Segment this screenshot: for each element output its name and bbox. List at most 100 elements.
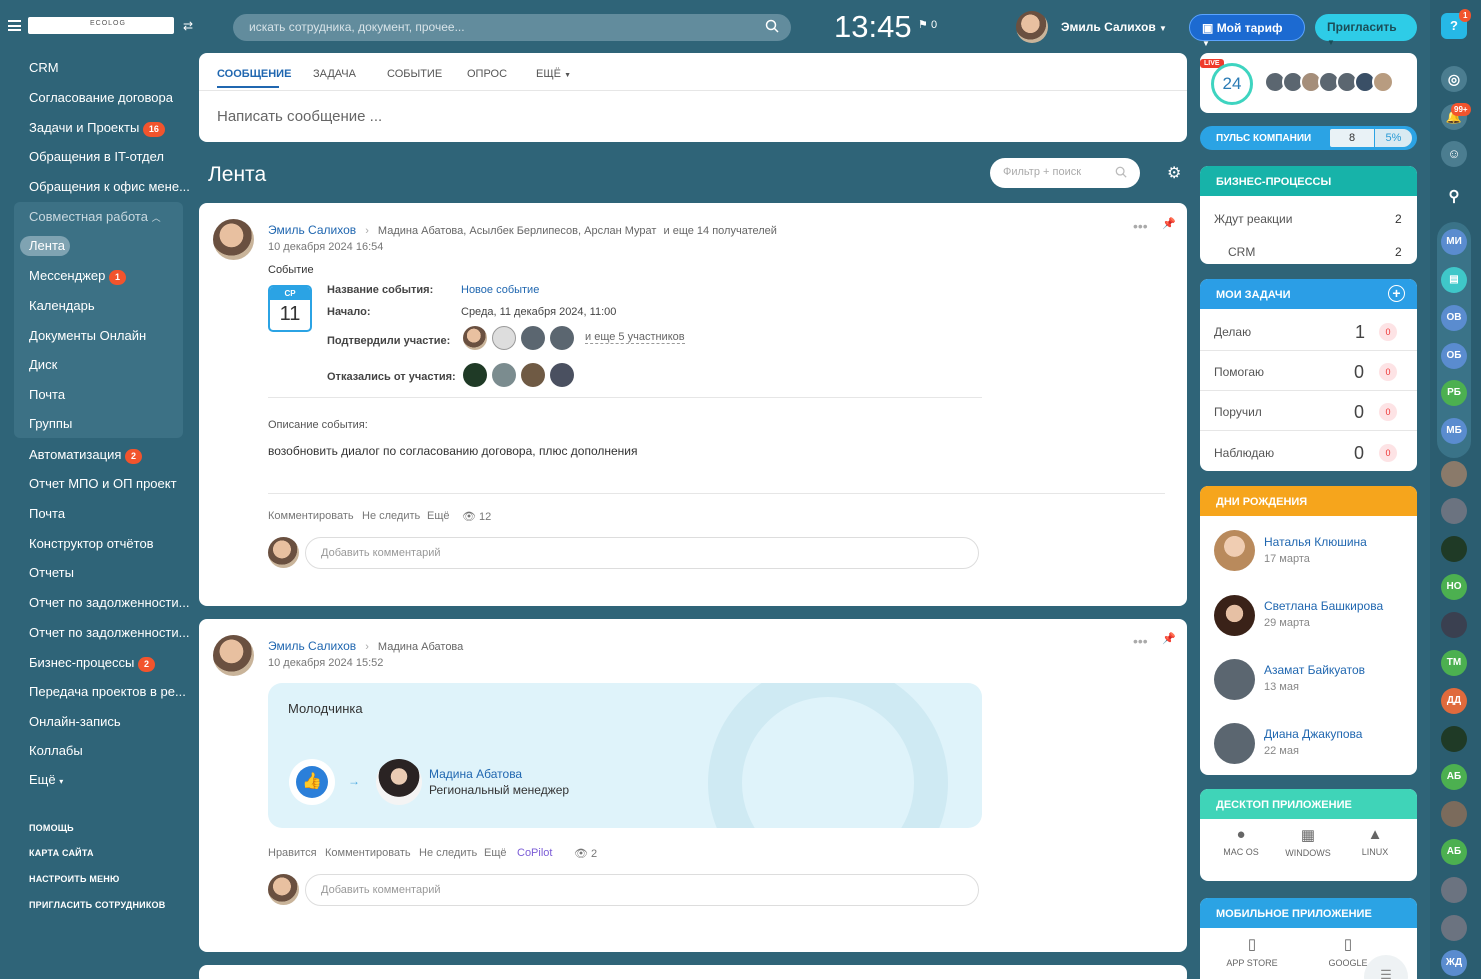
more-action[interactable]: Ещё xyxy=(427,510,450,522)
post-recipients-more[interactable]: и еще 14 получателей xyxy=(664,225,777,237)
tab-poll[interactable]: ОПРОС xyxy=(467,68,507,80)
birthday-name[interactable]: Наталья Клюшина xyxy=(1264,535,1367,549)
sidebar-item-booking[interactable]: Онлайн-запись xyxy=(29,714,121,729)
birthdays-title[interactable]: ДНИ РОЖДЕНИЯ xyxy=(1200,486,1417,516)
participant-avatar[interactable] xyxy=(521,326,545,350)
contact-avatar[interactable]: МИ xyxy=(1441,229,1467,255)
add-task-icon[interactable]: + xyxy=(1388,285,1405,302)
company-logo[interactable]: ECOLOG xyxy=(28,17,174,34)
participant-avatar[interactable] xyxy=(550,363,574,387)
user-menu[interactable]: Эмиль Салихов ▼ xyxy=(1061,20,1167,34)
sidebar-item-debt-report-1[interactable]: Отчет по задолженности... xyxy=(29,595,189,610)
unfollow-action[interactable]: Не следить xyxy=(419,847,477,859)
more-action[interactable]: Ещё xyxy=(484,847,507,859)
person-name[interactable]: Мадина Абатова xyxy=(429,767,522,781)
post-author[interactable]: Эмиль Салихов xyxy=(268,223,356,237)
search-icon[interactable]: ⚲ xyxy=(1441,184,1467,210)
configure-menu-link[interactable]: НАСТРОИТЬ МЕНЮ xyxy=(29,874,119,884)
flag-counter[interactable]: ⚑ 0 xyxy=(918,18,937,31)
birthday-avatar[interactable] xyxy=(1214,723,1255,764)
tasks-title[interactable]: МОИ ЗАДАЧИ + xyxy=(1200,279,1417,309)
sidebar-item-messenger[interactable]: Мессенджер 1 xyxy=(29,268,126,285)
contact-avatar[interactable]: ОВ xyxy=(1441,305,1467,331)
menu-icon[interactable] xyxy=(8,20,21,31)
contact-avatar[interactable] xyxy=(1441,461,1467,487)
contact-avatar[interactable]: МБ xyxy=(1441,418,1467,444)
bp-row-label[interactable]: Ждут реакции xyxy=(1214,212,1292,226)
contact-avatar[interactable] xyxy=(1441,915,1467,941)
birthday-name[interactable]: Азамат Байкуатов xyxy=(1264,663,1365,677)
invite-employees-link[interactable]: ПРИГЛАСИТЬ СОТРУДНИКОВ xyxy=(29,900,165,910)
windows-icon[interactable]: ▦ WINDOWS xyxy=(1283,826,1333,858)
search-input[interactable]: искать сотрудника, документ, прочее... xyxy=(233,14,791,41)
help-link[interactable]: ПОМОЩЬ xyxy=(29,823,74,833)
clock[interactable]: 13:45 xyxy=(834,9,912,45)
tasks-row-label[interactable]: Помогаю xyxy=(1214,365,1264,379)
sitemap-link[interactable]: КАРТА САЙТА xyxy=(29,848,94,858)
birthday-name[interactable]: Светлана Башкирова xyxy=(1264,599,1383,613)
contact-avatar[interactable] xyxy=(1441,801,1467,827)
comment-action[interactable]: Комментировать xyxy=(325,847,411,859)
post-date[interactable]: 10 декабря 2024 16:54 xyxy=(268,241,383,253)
contact-avatar[interactable]: ЖД xyxy=(1441,950,1467,976)
sidebar-item-collabs[interactable]: Коллабы xyxy=(29,743,83,758)
contact-avatar[interactable]: РБ xyxy=(1441,380,1467,406)
sidebar-item-report-mpo[interactable]: Отчет МПО и ОП проект xyxy=(29,476,177,491)
sidebar-item-calendar[interactable]: Календарь xyxy=(29,298,95,313)
sidebar-item-contract[interactable]: Согласование договора xyxy=(29,90,173,105)
sidebar-item-crm[interactable]: CRM xyxy=(29,60,59,75)
post-date[interactable]: 10 декабря 2024 15:52 xyxy=(268,657,383,669)
swap-icon[interactable]: ⇄ xyxy=(183,19,193,33)
chat-icon[interactable]: ☺ xyxy=(1441,141,1467,167)
contact-avatar[interactable]: ТМ xyxy=(1441,650,1467,676)
sidebar-item-it[interactable]: Обращения в IT-отдел xyxy=(29,149,164,164)
tasks-row-label[interactable]: Наблюдаю xyxy=(1214,446,1274,460)
sidebar-item-tasks[interactable]: Задачи и Проекты 16 xyxy=(29,120,165,137)
participant-avatar[interactable] xyxy=(550,326,574,350)
person-avatar[interactable] xyxy=(376,759,422,805)
sidebar-item-disk[interactable]: Диск xyxy=(29,357,57,372)
sidebar-item-debt-report-2[interactable]: Отчет по задолженности... xyxy=(29,625,189,640)
post-recipients[interactable]: Мадина Абатова, Асылбек Берлипесов, Арсл… xyxy=(378,225,657,237)
comment-action[interactable]: Комментировать xyxy=(268,510,354,522)
contact-avatar[interactable] xyxy=(1441,726,1467,752)
contact-avatar[interactable]: ДД xyxy=(1441,688,1467,714)
pin-icon[interactable]: 📌 xyxy=(1162,632,1176,645)
bp-title[interactable]: БИЗНЕС-ПРОЦЕССЫ xyxy=(1200,166,1417,196)
sidebar-group-title[interactable]: Совместная работа ︿ xyxy=(29,209,161,224)
copilot-icon[interactable]: ◎ xyxy=(1441,66,1467,92)
filter-search-input[interactable]: Фильтр + поиск xyxy=(990,158,1140,188)
app-store-icon[interactable]: ▯ APP STORE xyxy=(1226,935,1278,968)
tab-more[interactable]: ЕЩЁ ▼ xyxy=(536,68,571,80)
comment-input[interactable]: Добавить комментарий xyxy=(305,537,979,569)
participant-avatar[interactable] xyxy=(492,326,516,350)
birthday-avatar[interactable] xyxy=(1214,595,1255,636)
confirmed-more-link[interactable]: и еще 5 участников xyxy=(585,331,685,344)
composer-input[interactable]: Написать сообщение ... xyxy=(217,108,382,125)
sidebar-item-more[interactable]: Ещё ▾ xyxy=(29,772,63,787)
apple-icon[interactable]: ● MAC OS xyxy=(1222,826,1260,857)
sidebar-item-groups[interactable]: Группы xyxy=(29,416,72,431)
sidebar-item-reports[interactable]: Отчеты xyxy=(29,565,74,580)
chat-bubble-icon[interactable]: ▤ xyxy=(1441,267,1467,293)
contact-avatar[interactable] xyxy=(1441,877,1467,903)
tasks-row-label[interactable]: Делаю xyxy=(1214,325,1251,339)
participant-avatar[interactable] xyxy=(492,363,516,387)
copilot-action[interactable]: CoPilot xyxy=(517,847,552,859)
post-recipient[interactable]: Мадина Абатова xyxy=(378,641,463,653)
sidebar-item-office[interactable]: Обращения к офис мене... xyxy=(29,179,190,194)
pin-icon[interactable]: 📌 xyxy=(1162,217,1176,230)
sidebar-item-mail-2[interactable]: Почта xyxy=(29,506,65,521)
linux-icon[interactable]: ▲ LINUX xyxy=(1356,826,1394,857)
gear-icon[interactable]: ⚙ xyxy=(1167,163,1181,183)
user-avatar[interactable] xyxy=(1016,11,1048,43)
google-play-icon[interactable]: ▯ GOOGLE xyxy=(1322,935,1374,968)
sidebar-item-automation[interactable]: Автоматизация 2 xyxy=(29,447,143,464)
bp-row-label[interactable]: CRM xyxy=(1228,245,1255,259)
contact-avatar[interactable] xyxy=(1441,536,1467,562)
more-icon[interactable]: ••• xyxy=(1133,633,1148,649)
participant-avatar[interactable] xyxy=(521,363,545,387)
sidebar-item-handover[interactable]: Передача проектов в ре... xyxy=(29,684,186,699)
participant-avatar[interactable] xyxy=(463,326,487,350)
contact-avatar[interactable]: ОБ xyxy=(1441,343,1467,369)
